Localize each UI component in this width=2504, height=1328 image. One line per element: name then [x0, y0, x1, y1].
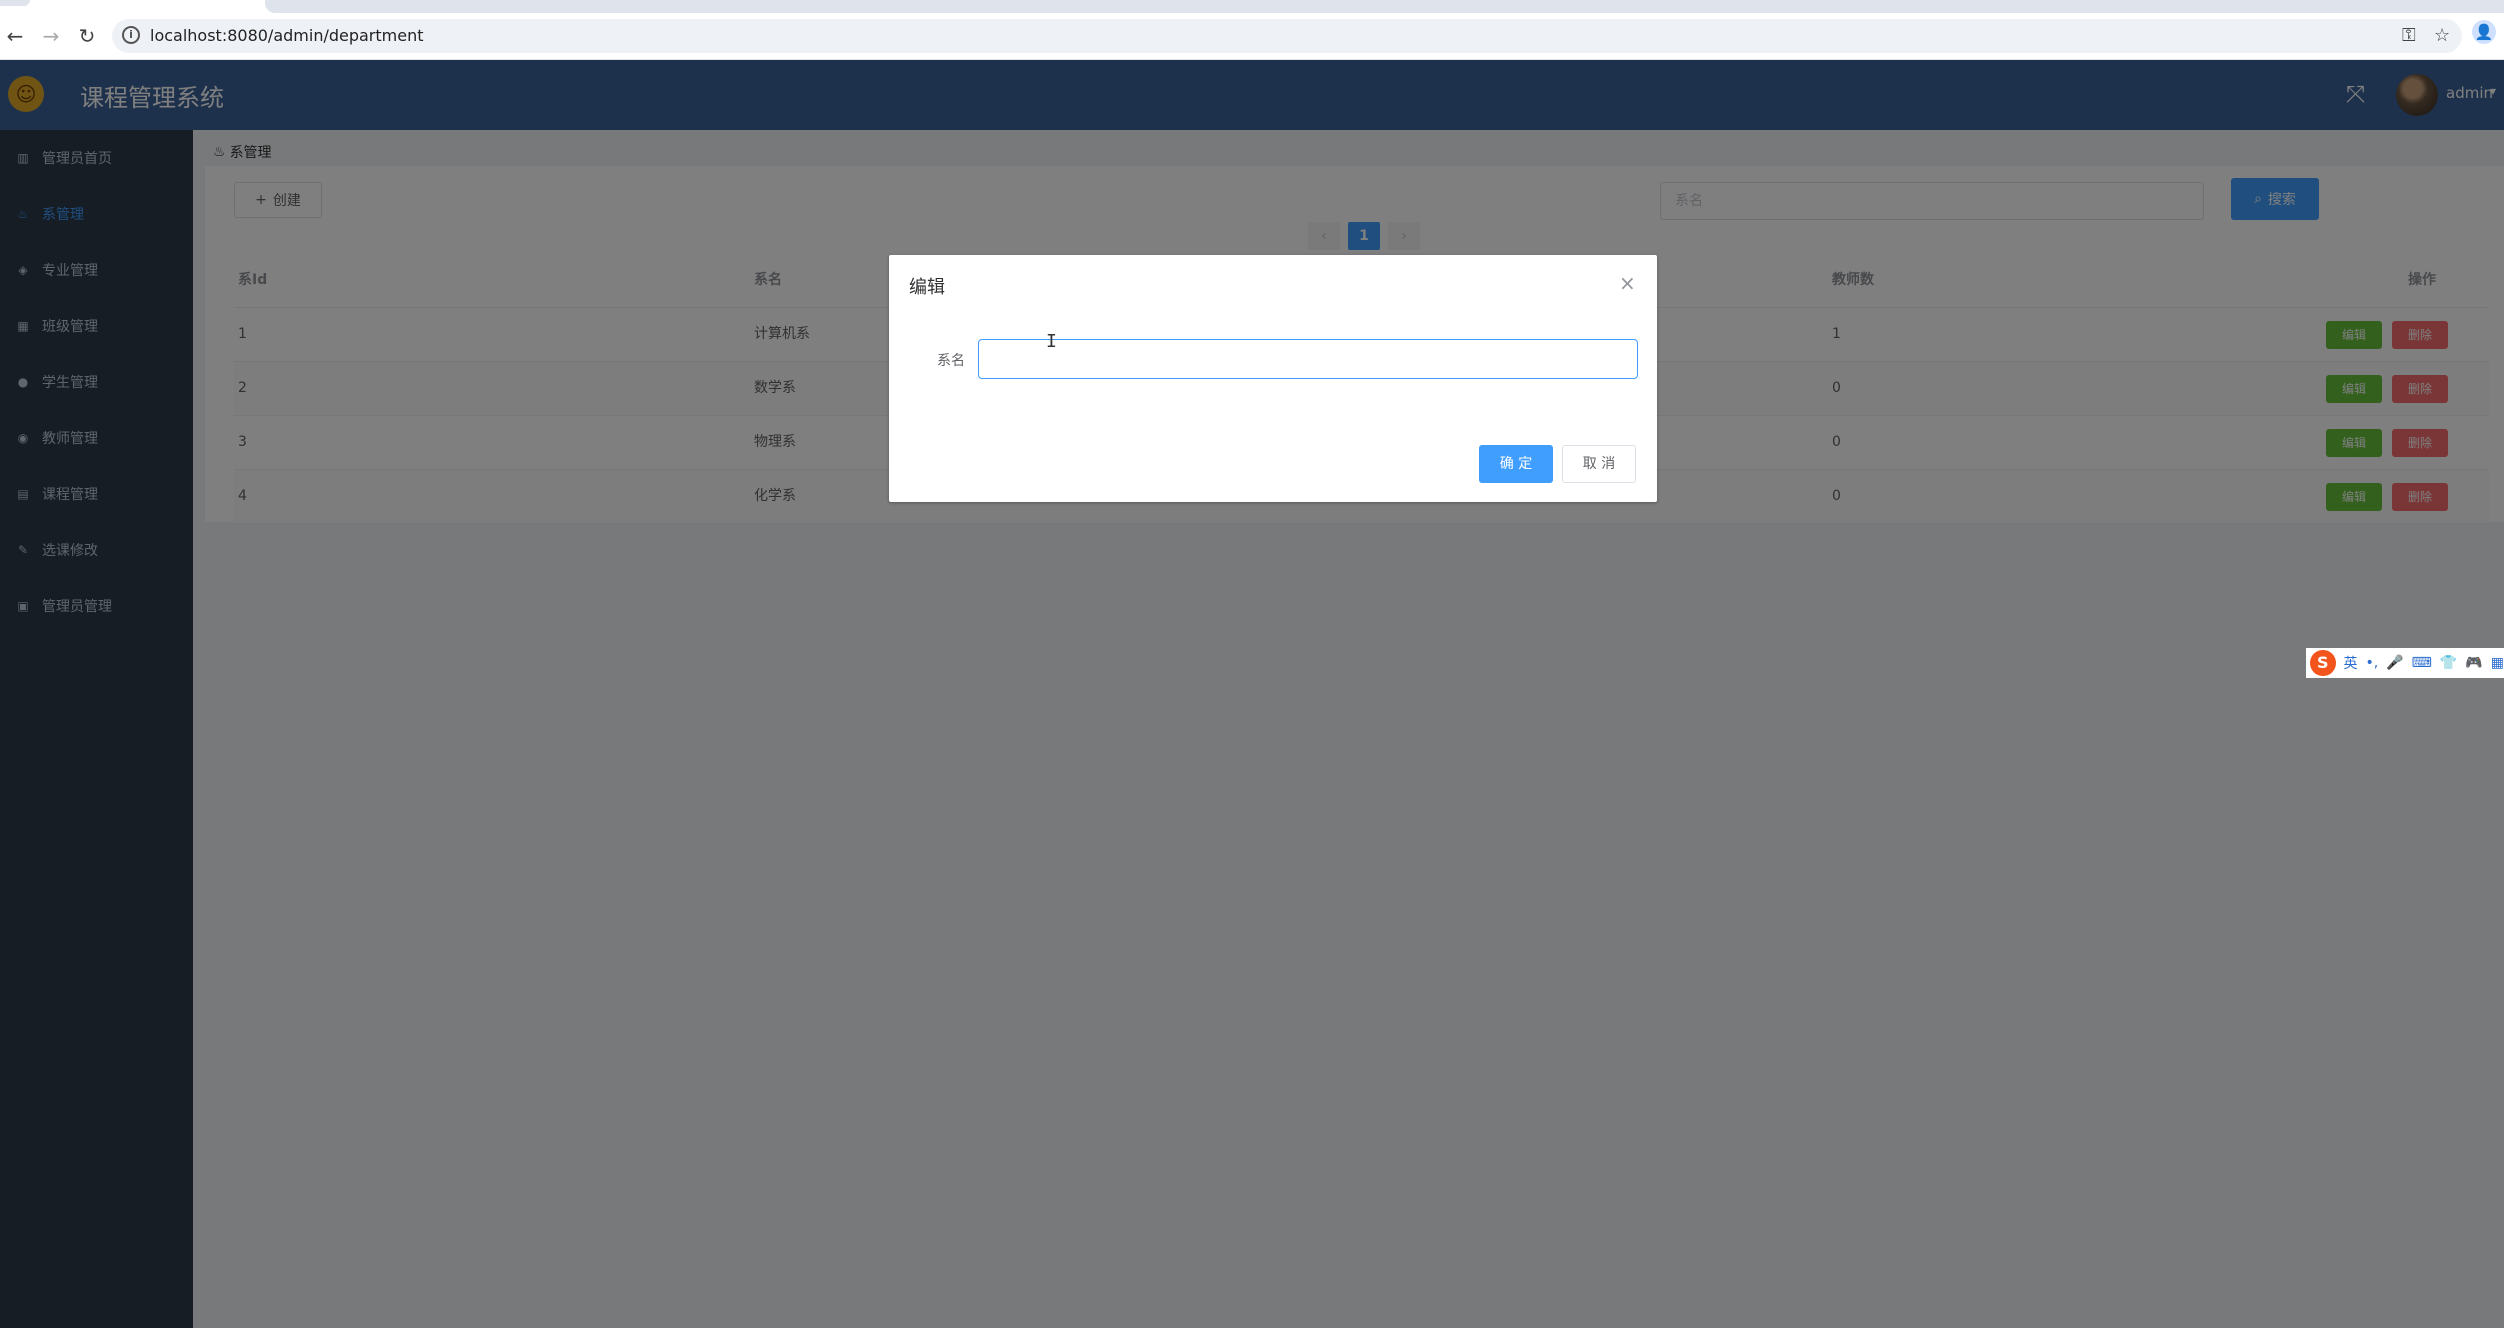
bookmark-star-icon[interactable]: ☆ — [2434, 25, 2450, 46]
password-key-icon[interactable]: ⚿ — [2402, 25, 2416, 46]
address-url[interactable]: localhost:8080/admin/department — [150, 26, 424, 45]
ime-skin-icon[interactable]: 👕 — [2440, 655, 2457, 671]
department-name-input[interactable] — [978, 339, 1638, 379]
ime-game-icon[interactable]: 🎮 — [2465, 655, 2482, 671]
cancel-button[interactable]: 取 消 — [1562, 445, 1636, 483]
ime-logo-icon[interactable]: S — [2310, 650, 2336, 676]
ime-language-toggle[interactable]: 英 — [2344, 653, 2358, 673]
close-icon[interactable]: × — [1619, 271, 1636, 295]
browser-tabstrip — [0, 0, 2504, 13]
browser-toolbar: ← → ↻ i localhost:8080/admin/department … — [0, 13, 2504, 60]
browser-tab-stub[interactable] — [0, 0, 30, 6]
forward-arrow-icon[interactable]: → — [36, 21, 66, 51]
edit-dialog: 编辑 × 系名 确 定 取 消 — [889, 255, 1657, 502]
address-bar[interactable]: i localhost:8080/admin/department ⚿ ☆ — [112, 19, 2462, 53]
back-arrow-icon[interactable]: ← — [0, 21, 30, 51]
department-name-label: 系名 — [937, 353, 965, 369]
modal-overlay[interactable] — [0, 60, 2504, 1328]
confirm-button[interactable]: 确 定 — [1479, 445, 1553, 483]
ime-microphone-icon[interactable]: 🎤 — [2386, 655, 2403, 671]
ime-menu-icon[interactable]: ▦ — [2491, 655, 2504, 671]
reload-icon[interactable]: ↻ — [72, 21, 102, 51]
ime-toolbar: S 英 •, 🎤 ⌨ 👕 🎮 ▦ — [2306, 648, 2504, 678]
dialog-title: 编辑 — [909, 277, 945, 298]
ime-keyboard-icon[interactable]: ⌨ — [2412, 655, 2432, 671]
text-cursor-icon: I — [1046, 331, 1057, 352]
browser-active-tab[interactable] — [265, 0, 2504, 13]
site-info-icon[interactable]: i — [122, 26, 140, 44]
profile-icon[interactable]: 👤 — [2472, 20, 2496, 44]
ime-punctuation-icon[interactable]: •, — [2366, 655, 2379, 671]
